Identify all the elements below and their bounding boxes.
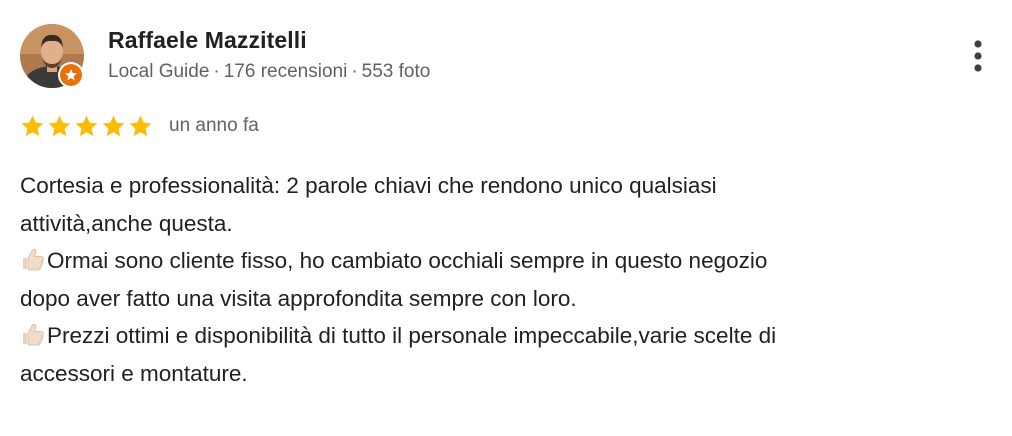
star-rating — [20, 114, 155, 139]
rating-row: un anno fa — [20, 112, 259, 140]
local-guide-label: Local Guide — [108, 61, 210, 82]
review-line: dopo aver fatto una visita approfondita … — [20, 280, 1000, 318]
photos-count: 553 foto — [361, 61, 431, 82]
review-line: Prezzi ottimi e disponibilità di tutto i… — [20, 317, 1000, 355]
review-text: Cortesia e professionalità: 2 parole chi… — [20, 167, 1000, 392]
review-card: Raffaele Mazzitelli Local Guide · 176 rece… — [0, 0, 1012, 436]
thumbs-up-icon — [23, 323, 44, 346]
local-guide-badge-icon — [58, 62, 84, 88]
review-line-text: accessori e montature. — [20, 360, 248, 386]
star-icon — [48, 115, 71, 136]
meta-separator: · — [351, 61, 358, 82]
review-line: Ormai sono cliente fisso, ho cambiato oc… — [20, 242, 1000, 280]
review-line-text: dopo aver fatto una visita approfondita … — [20, 285, 577, 311]
reviewer-avatar[interactable] — [20, 24, 84, 88]
review-line: attività,anche questa. — [20, 205, 1000, 243]
review-line: accessori e montature. — [20, 355, 1000, 393]
more-vert-icon — [974, 40, 982, 72]
thumbs-up-icon — [23, 248, 44, 271]
review-line-text: attività,anche questa. — [20, 210, 233, 236]
reviewer-name[interactable]: Raffaele Mazzitelli — [108, 27, 307, 54]
review-line-text: Cortesia e professionalità: 2 parole chi… — [20, 173, 717, 198]
review-line-text: Prezzi ottimi e disponibilità di tutto i… — [47, 323, 777, 348]
star-icon — [21, 115, 44, 136]
star-icon — [75, 115, 98, 136]
reviews-count: 176 recensioni — [223, 61, 348, 82]
review-line: Cortesia e professionalità: 2 parole chi… — [20, 167, 1000, 205]
star-icon — [129, 115, 152, 136]
star-icon — [102, 115, 125, 136]
more-options-button[interactable] — [960, 36, 996, 76]
meta-separator: · — [213, 61, 220, 82]
review-date: un anno fa — [169, 115, 259, 136]
review-line-text: Ormai sono cliente fisso, ho cambiato oc… — [47, 248, 768, 273]
reviewer-meta: Local Guide · 176 recensioni · 553 foto — [108, 61, 430, 83]
